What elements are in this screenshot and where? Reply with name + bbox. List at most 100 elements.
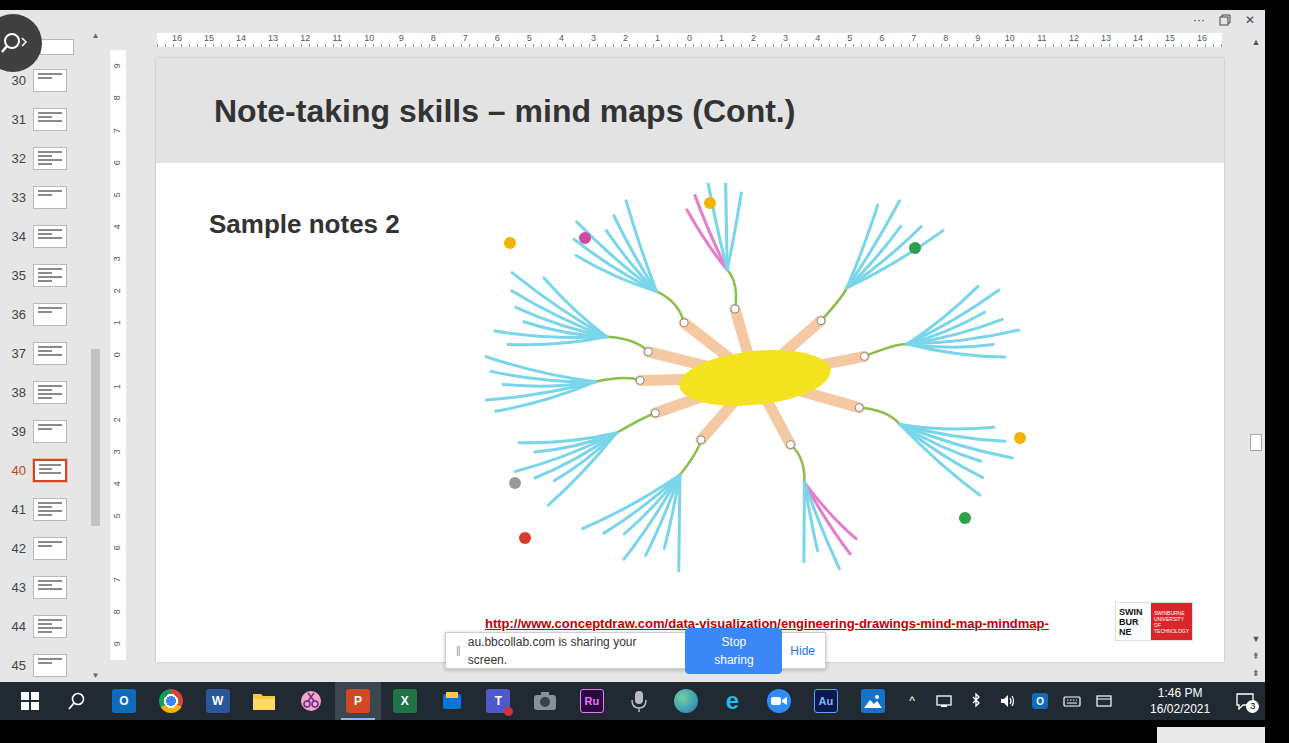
thumbnail-line	[38, 116, 52, 118]
mind-map-image[interactable]	[485, 183, 1060, 588]
scroll-up-button[interactable]: ▲	[92, 30, 100, 42]
chevron-icon[interactable]: ^	[896, 682, 928, 720]
taskbar-app-button[interactable]	[54, 682, 101, 720]
drag-handle[interactable]: ||	[456, 642, 460, 659]
slide-title[interactable]: Note-taking skills – mind maps (Cont.)	[214, 87, 795, 135]
slide-thumbnail-row[interactable]: 32	[0, 139, 88, 178]
notification-center-button[interactable]: 3	[1222, 692, 1268, 710]
stop-sharing-button[interactable]: Stop sharing	[685, 628, 782, 674]
taskbar-app-button[interactable]	[241, 682, 288, 720]
slide-thumbnail-row[interactable]: 33	[0, 178, 88, 217]
slide-thumbnail[interactable]	[33, 108, 67, 131]
slide-thumbnail[interactable]	[33, 342, 67, 365]
outlook-icon[interactable]: O	[1024, 682, 1056, 720]
thumbnail-line	[38, 190, 62, 192]
slide-thumbnail-row[interactable]: 37	[0, 334, 88, 373]
ruler-number: 7	[111, 577, 125, 582]
ruler-mark: 4	[110, 467, 126, 499]
thumbnail-line	[38, 77, 52, 79]
slide-thumbnail[interactable]	[33, 498, 67, 521]
keyboard-icon[interactable]	[1056, 682, 1088, 720]
ruler-number: 14	[225, 33, 257, 47]
slide-thumbnail[interactable]	[33, 303, 67, 326]
slide-thumbnail[interactable]	[33, 264, 67, 287]
logo-red-box: SWINBURNE UNIVERSITY OF TECHNOLOGY	[1151, 603, 1192, 640]
taskview-icon[interactable]	[1088, 682, 1120, 720]
taskbar-app-button[interactable]	[849, 682, 896, 720]
scroll-down-button[interactable]: ▼	[1252, 631, 1261, 648]
editor-scrollbar[interactable]: ▲ ▼⇞⇟	[1247, 30, 1265, 682]
slide-thumbnail[interactable]	[33, 186, 67, 209]
close-button[interactable]: ✕	[1245, 11, 1255, 29]
slide-editor: 1615141312111098765432101234567891011121…	[105, 30, 1247, 682]
clock[interactable]: 1:46 PM16/02/2021	[1138, 685, 1222, 717]
slide-thumbnail-row[interactable]: 41	[0, 490, 88, 529]
word-icon: W	[206, 689, 230, 713]
slide-thumbnail-row[interactable]: 38	[0, 373, 88, 412]
taskbar-app-button[interactable]	[428, 682, 475, 720]
taskbar-app-button[interactable]	[7, 682, 54, 720]
slide-thumbnail-row[interactable]: 39	[0, 412, 88, 451]
slide-thumbnail[interactable]	[40, 39, 74, 55]
slide-thumbnail[interactable]	[33, 420, 67, 443]
more-options-button[interactable]: ···	[1193, 11, 1205, 29]
slide-number: 30	[0, 71, 26, 91]
taskbar-app-button[interactable]	[615, 682, 662, 720]
slide-thumbnail[interactable]	[33, 537, 67, 560]
thumbnail-line	[39, 472, 61, 474]
volume-icon[interactable]	[992, 682, 1024, 720]
hide-button[interactable]: Hide	[790, 642, 815, 660]
taskbar-app-button[interactable]: Ru	[569, 682, 616, 720]
ruler-number: 16	[1186, 33, 1218, 47]
taskbar-app-button[interactable]	[288, 682, 335, 720]
device-icon[interactable]	[928, 682, 960, 720]
slide-thumbnail[interactable]	[33, 381, 67, 404]
slide-thumbnail[interactable]	[33, 225, 67, 248]
next-slide-button[interactable]: ⇟	[1252, 665, 1260, 682]
taskbar-app-button[interactable]	[147, 682, 194, 720]
slide-thumbnail[interactable]	[33, 615, 67, 638]
slide-thumbnail-row[interactable]: 44	[0, 607, 88, 646]
slide-panel-scrollbar[interactable]: ▲▼	[88, 30, 103, 682]
slide-thumbnail-row[interactable]: 36	[0, 295, 88, 334]
slide-thumbnail-row[interactable]: 31	[0, 100, 88, 139]
slide-thumbnail-row[interactable]: 45	[0, 646, 88, 682]
scroll-up-button[interactable]: ▲	[1252, 34, 1261, 51]
taskbar-app-button[interactable]: W	[194, 682, 241, 720]
logo-line: SWIN	[1119, 607, 1151, 617]
taskbar-app-button[interactable]: e	[709, 682, 756, 720]
taskbar-app-button[interactable]: Au	[803, 682, 850, 720]
slide-number: 31	[0, 110, 26, 130]
taskbar-app-button[interactable]: X	[381, 682, 428, 720]
bluetooth-icon[interactable]	[960, 682, 992, 720]
slide-thumbnail[interactable]	[33, 654, 67, 677]
previous-slide-button[interactable]: ⇞	[1252, 648, 1260, 665]
slide-subtitle[interactable]: Sample notes 2	[209, 205, 485, 244]
slide-thumbnail[interactable]	[33, 459, 67, 482]
slide-thumbnail[interactable]	[33, 576, 67, 599]
scroll-down-button[interactable]: ▼	[92, 670, 100, 682]
taskbar-app-button[interactable]: O	[101, 682, 148, 720]
slide-thumbnail-row[interactable]: 35	[0, 256, 88, 295]
slide-thumbnail-row[interactable]: 34	[0, 217, 88, 256]
taskbar-app-button[interactable]: P	[335, 682, 382, 720]
slide[interactable]: Note-taking skills – mind maps (Cont.) S…	[156, 58, 1224, 662]
scroll-thumb[interactable]	[91, 349, 100, 526]
zoom-icon	[767, 689, 791, 713]
slide-thumbnail[interactable]	[33, 69, 67, 92]
teams-icon: T	[486, 689, 510, 713]
slide-thumbnail[interactable]	[33, 147, 67, 170]
scroll-thumb[interactable]	[1250, 434, 1262, 451]
logo-line: NE	[1119, 627, 1151, 637]
slide-thumbnail-row[interactable]: 40	[0, 451, 88, 490]
subtitle-column: Sample notes 2	[209, 183, 485, 588]
slide-thumbnail-row[interactable]: 43	[0, 568, 88, 607]
taskbar-app-button[interactable]	[662, 682, 709, 720]
thumbnail-line	[38, 584, 52, 586]
screen: ···✕ 30313233343536373839404142434445 ▲▼…	[0, 0, 1265, 743]
taskbar-app-button[interactable]	[522, 682, 569, 720]
taskbar-app-button[interactable]: T	[475, 682, 522, 720]
taskbar-app-button[interactable]	[756, 682, 803, 720]
slide-thumbnail-row[interactable]: 42	[0, 529, 88, 568]
logo-line: BUR	[1119, 617, 1151, 627]
